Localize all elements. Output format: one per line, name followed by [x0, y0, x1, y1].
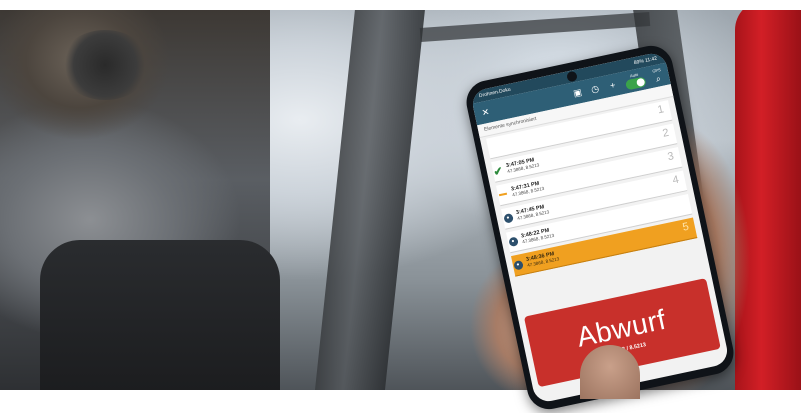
helmet: [60, 30, 150, 100]
check-icon: ✔: [492, 164, 504, 179]
top-border: [0, 0, 801, 10]
drone-dot-icon: ●: [507, 235, 519, 247]
auto-toggle-group: Auto: [624, 71, 647, 91]
entry-text: 3:48:22 PM 47.3868, 8.5213: [520, 227, 555, 245]
search-icon[interactable]: ⌕: [652, 72, 664, 85]
entry-text: 3:47:31 PM 47.3868, 8.5213: [511, 180, 545, 198]
auto-toggle[interactable]: [625, 76, 647, 91]
entry-index: 1: [656, 103, 666, 117]
entry-text: 3:47:45 PM 47.3868, 8.5213: [516, 204, 550, 221]
toolbar-spacer: [498, 95, 565, 109]
entry-text: 3:48:36 PM 47.3868, 8.5213: [525, 251, 560, 268]
bottom-border: [0, 390, 801, 399]
window-frame-pillar: [314, 0, 426, 399]
entry-index: 3: [666, 150, 676, 164]
plus-icon[interactable]: +: [607, 79, 619, 91]
save-icon[interactable]: ▣: [571, 86, 583, 99]
entry-index: 2: [661, 126, 671, 140]
entry-text: 3:47:05 PM 47.3868, 8.5213: [506, 157, 540, 174]
dash-icon: [497, 189, 509, 201]
window-frame-bar: [419, 11, 651, 43]
drone-dot-icon: ●: [502, 212, 514, 224]
entry-index: 4: [671, 173, 681, 187]
history-icon[interactable]: ◷: [589, 83, 601, 96]
drone-dot-icon: ●: [512, 259, 524, 271]
seat: [40, 240, 280, 399]
close-icon[interactable]: ✕: [480, 106, 492, 119]
entry-marker: [487, 142, 499, 154]
thumb: [580, 345, 640, 399]
gps-group: GPS ⌕: [651, 66, 664, 85]
entry-index: 5: [681, 220, 690, 234]
